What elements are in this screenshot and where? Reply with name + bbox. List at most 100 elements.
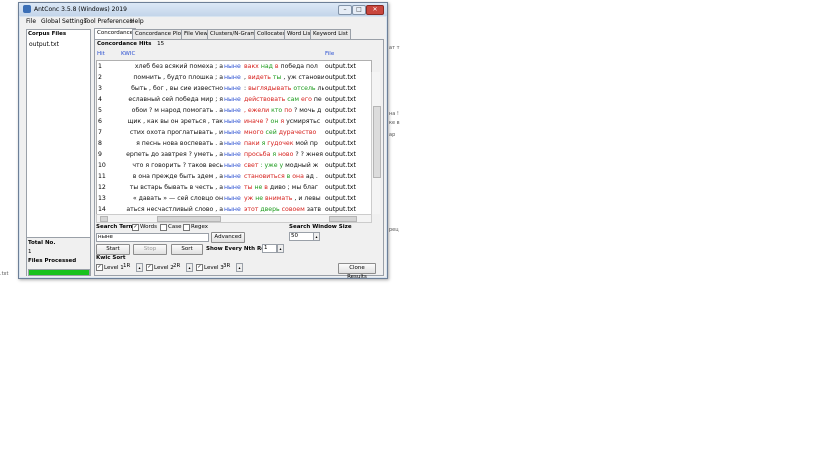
level-2-spinner[interactable]: ▴ (186, 263, 193, 272)
menu-tool-preferences[interactable]: Tool Preferences (84, 18, 133, 25)
concordance-row[interactable]: 2 помнить , будто плошка ; а ныне, видеть … (97, 72, 371, 83)
case-checkbox[interactable] (160, 224, 167, 231)
search-window-size-input[interactable]: 50 (289, 232, 314, 241)
file-scroll-thumb[interactable] (329, 216, 357, 222)
kwic-left-context: ерпеть до завтрея ? уметь , а (126, 151, 223, 158)
column-hit[interactable]: Hit (97, 51, 105, 57)
tab-concordance-plot[interactable]: Concordance Plot (132, 29, 187, 39)
menu-file[interactable]: File (26, 18, 36, 25)
context-word: вакх (244, 63, 261, 70)
context-word: : уже у (260, 162, 286, 169)
background-text: ар (389, 132, 396, 138)
tab-keyword-list[interactable]: Keyword List (310, 29, 351, 39)
context-word: выглядывать (248, 85, 294, 92)
menu-bar: File Global Settings Tool Preferences He… (20, 17, 386, 26)
kwic-left-context: помнить , будто плошка ; а (133, 74, 223, 81)
close-button[interactable]: ✕ (366, 5, 384, 15)
kwic-right-context: : выглядывать отсель ль (244, 83, 324, 94)
menu-help[interactable]: Help (130, 18, 144, 25)
context-word: ? ? жнея (295, 151, 323, 158)
concordance-row[interactable]: 5 обои ? м народ помогать . а ныне, ежели … (97, 105, 371, 116)
column-file[interactable]: File (325, 51, 334, 57)
context-word: внимать (265, 195, 295, 202)
kwic-scroll-thumb[interactable] (157, 216, 221, 222)
level-2-value[interactable]: 2R (173, 263, 180, 269)
advanced-button[interactable]: Advanced (211, 232, 245, 243)
background-text: ат т (389, 45, 400, 51)
maximize-button[interactable]: □ (352, 5, 366, 15)
kwic-left-context: быть , бог , вы сие известно (131, 85, 223, 92)
regex-checkbox[interactable] (183, 224, 190, 231)
kwic-right-context: действовать сам его пе (244, 94, 324, 105)
concordance-row[interactable]: 4 еславный сей победа мир ; я ныне действов… (97, 94, 371, 105)
kwic-right-context: просьба я ново ? ? жнея (244, 149, 324, 160)
level-3-spinner[interactable]: ▴ (236, 263, 243, 272)
nth-row-spinner[interactable]: ▴ (277, 244, 284, 253)
concordance-row[interactable]: 8я песнь нова воспевать . а ныне паки я гу… (97, 138, 371, 149)
concordance-row[interactable]: 13 « давать » — сей словцо он ныне уж не вн… (97, 193, 371, 204)
horizontal-scrollbars[interactable] (96, 214, 372, 223)
window-size-spinner[interactable]: ▴ (313, 232, 320, 241)
column-kwic[interactable]: KWIC (121, 51, 135, 57)
concordance-row[interactable]: 7 стих охота проглатывать , и ныне много се… (97, 127, 371, 138)
clone-results-button[interactable]: Clone Results (338, 263, 376, 280)
concordance-row[interactable]: 1 хлеб без всякий помеха ; а ныне вакх над … (97, 61, 371, 72)
level-2-checkbox[interactable]: ✓ (146, 264, 153, 271)
level-1-checkbox[interactable]: ✓ (96, 264, 103, 271)
concordance-row[interactable]: 9 ерпеть до завтрея ? уметь , а ныне просьб… (97, 149, 371, 160)
context-word: модный ж (285, 162, 319, 169)
level-1-spinner[interactable]: ▴ (136, 263, 143, 272)
level-1-value[interactable]: 1R (123, 263, 130, 269)
scroll-thumb[interactable] (373, 106, 381, 178)
nth-row-label: Show Every Nth Row (206, 246, 271, 252)
corpus-file-item[interactable]: output.txt (29, 41, 59, 48)
progress-fill (29, 270, 89, 275)
kwic-right-context: вакх над в победа пол (244, 61, 324, 72)
concordance-results-grid[interactable]: 1 хлеб без всякий помеха ; а ныне вакх над … (96, 60, 372, 216)
context-word: ад . (305, 173, 318, 180)
context-word: ново (278, 151, 296, 158)
file-name: output.txt (325, 85, 356, 92)
concordance-row[interactable]: 10 что я говорить ? таков весь ныне свет : … (97, 160, 371, 171)
title-bar[interactable]: AntConc 3.5.8 (Windows) 2019 – □ ✕ (19, 3, 387, 16)
kwic-keyword: ныне (224, 107, 241, 114)
minimize-button[interactable]: – (338, 5, 352, 15)
context-word: дурачество (278, 129, 317, 136)
file-name: output.txt (325, 151, 356, 158)
concordance-row[interactable]: 12 ты встарь бывать в честь , а ныне ты не … (97, 182, 371, 193)
case-label: Case (168, 224, 182, 230)
concordance-row[interactable]: 11 в она прежде быть здем , а ныне становит… (97, 171, 371, 182)
context-word: видеть (247, 74, 273, 81)
concordance-row[interactable]: 3 быть , бог , вы сие известно ныне: выгля… (97, 83, 371, 94)
context-word: паки (244, 140, 262, 147)
hit-column-scroll-thumb[interactable] (100, 216, 108, 222)
kwic-keyword: ныне (224, 63, 241, 70)
context-word: уж (244, 195, 256, 202)
kwic-keyword: ныне (224, 162, 241, 169)
tab-concordance[interactable]: Concordance (94, 28, 136, 39)
file-name: output.txt (325, 195, 356, 202)
stop-button[interactable]: Stop (133, 244, 167, 255)
sort-button[interactable]: Sort (171, 244, 203, 255)
kwic-keyword: ныне (224, 96, 241, 103)
total-files-value: 1 (28, 249, 32, 255)
context-word: сам (287, 96, 302, 103)
files-processed-label: Files Processed (28, 258, 77, 264)
concordance-hits: Concordance Hits 15 (97, 41, 164, 47)
vertical-scrollbar[interactable] (371, 72, 381, 214)
search-term-input[interactable]: ныне (96, 233, 209, 242)
words-checkbox[interactable]: ✓ (132, 224, 139, 231)
concordance-row[interactable]: 6 щик , как вы он зреться , так ныне иначе … (97, 116, 371, 127)
start-button[interactable]: Start (96, 244, 130, 255)
context-word: ль (317, 85, 324, 92)
kwic-left-context: стих охота проглатывать , и (129, 129, 223, 136)
file-name: output.txt (325, 63, 356, 70)
level-3-value[interactable]: 3R (223, 263, 230, 269)
file-name: output.txt (325, 74, 356, 81)
nth-row-input[interactable]: 1 (262, 244, 277, 253)
menu-global-settings[interactable]: Global Settings (41, 18, 87, 25)
context-word: победа пол (280, 63, 318, 70)
level-3-checkbox[interactable]: ✓ (196, 264, 203, 271)
context-word: этот (244, 206, 261, 213)
context-word: над (260, 63, 275, 70)
